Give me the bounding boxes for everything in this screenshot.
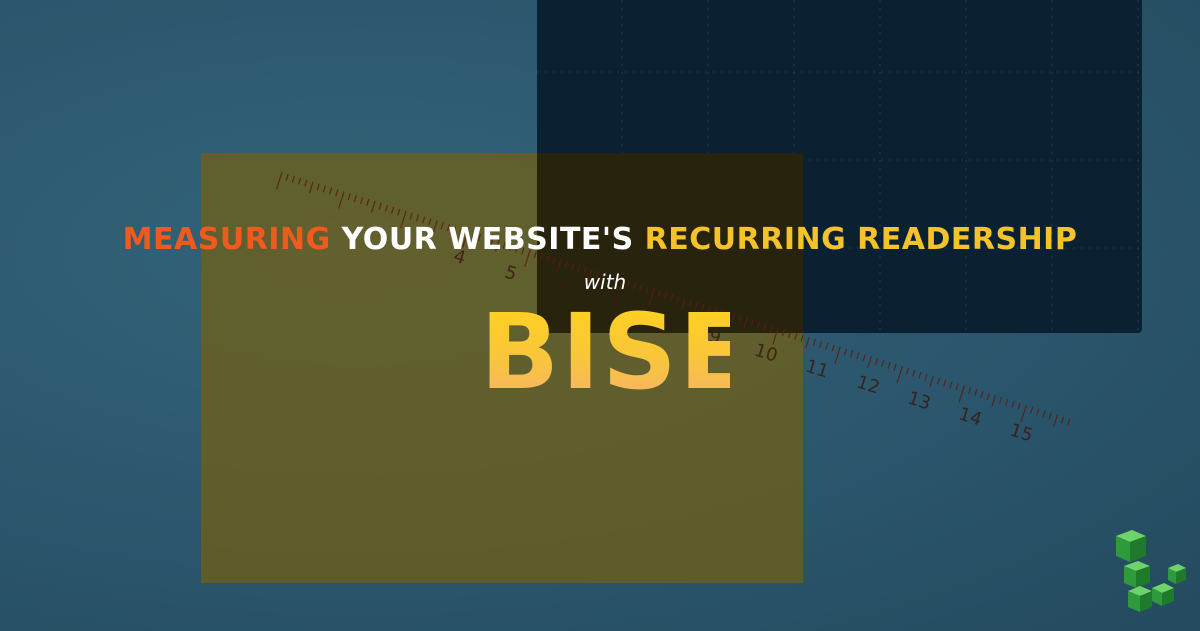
ruler-number: 5 — [502, 262, 519, 285]
ruler-number: 11 — [803, 356, 831, 383]
ruler-number: 15 — [1007, 420, 1035, 447]
headline: MEASURING YOUR WEBSITE'S RECURRING READE… — [0, 222, 1200, 257]
headline-part-measuring: MEASURING — [122, 222, 331, 257]
headline-part-your-website: YOUR WEBSITE'S — [341, 222, 634, 257]
product-name: BISE — [480, 291, 752, 413]
ruler-number: 13 — [905, 388, 933, 415]
ruler-number: 14 — [956, 404, 984, 431]
ruler-number: 10 — [752, 340, 780, 367]
headline-part-readership: RECURRING READERSHIP — [644, 222, 1078, 257]
linode-cube-logo-icon — [1116, 530, 1186, 612]
hero-banner: 456789101112131415 MEASURING YOUR WEBSIT… — [0, 0, 1200, 631]
ruler-number: 12 — [854, 372, 882, 399]
